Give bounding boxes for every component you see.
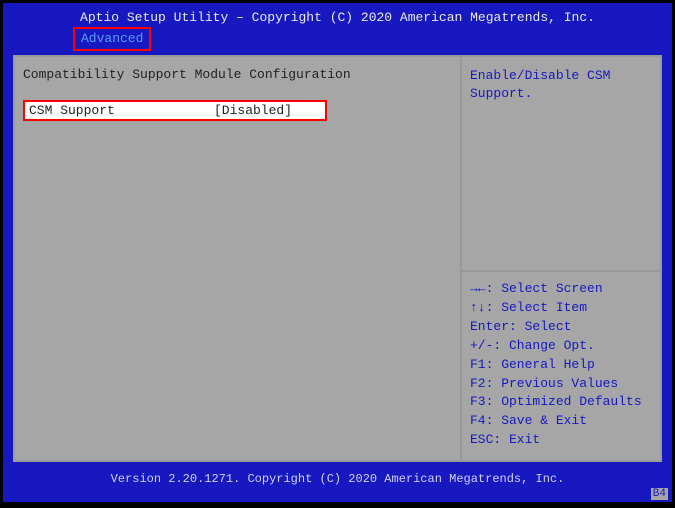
header: Aptio Setup Utility – Copyright (C) 2020… — [3, 3, 672, 55]
key-select-item: ↑↓: Select Item — [470, 299, 652, 318]
section-title: Compatibility Support Module Configurati… — [23, 67, 452, 82]
tab-advanced[interactable]: Advanced — [73, 27, 151, 51]
key-previous-values: F2: Previous Values — [470, 375, 652, 394]
key-select: Enter: Select — [470, 318, 652, 337]
footer-version: Version 2.20.1271. Copyright (C) 2020 Am… — [3, 472, 672, 486]
key-optimized-defaults: F3: Optimized Defaults — [470, 393, 652, 412]
main-panel: Compatibility Support Module Configurati… — [13, 55, 662, 462]
setting-value: [Disabled] — [214, 103, 292, 118]
key-general-help: F1: General Help — [470, 356, 652, 375]
help-pane: Enable/Disable CSM Support. →←: Select S… — [460, 57, 660, 460]
settings-pane: Compatibility Support Module Configurati… — [15, 57, 460, 460]
setting-label: CSM Support — [29, 103, 214, 118]
corner-badge: B4 — [651, 488, 668, 500]
help-description: Enable/Disable CSM Support. — [462, 57, 660, 270]
csm-support-row[interactable]: CSM Support [Disabled] — [23, 100, 327, 121]
key-change-opt: +/-: Change Opt. — [470, 337, 652, 356]
tab-row: Advanced — [13, 27, 662, 51]
key-save-exit: F4: Save & Exit — [470, 412, 652, 431]
header-title: Aptio Setup Utility – Copyright (C) 2020… — [13, 9, 662, 27]
bios-screen: Aptio Setup Utility – Copyright (C) 2020… — [3, 3, 672, 502]
key-exit: ESC: Exit — [470, 431, 652, 450]
key-legend: →←: Select Screen ↑↓: Select Item Enter:… — [462, 272, 660, 460]
key-select-screen: →←: Select Screen — [470, 280, 652, 299]
